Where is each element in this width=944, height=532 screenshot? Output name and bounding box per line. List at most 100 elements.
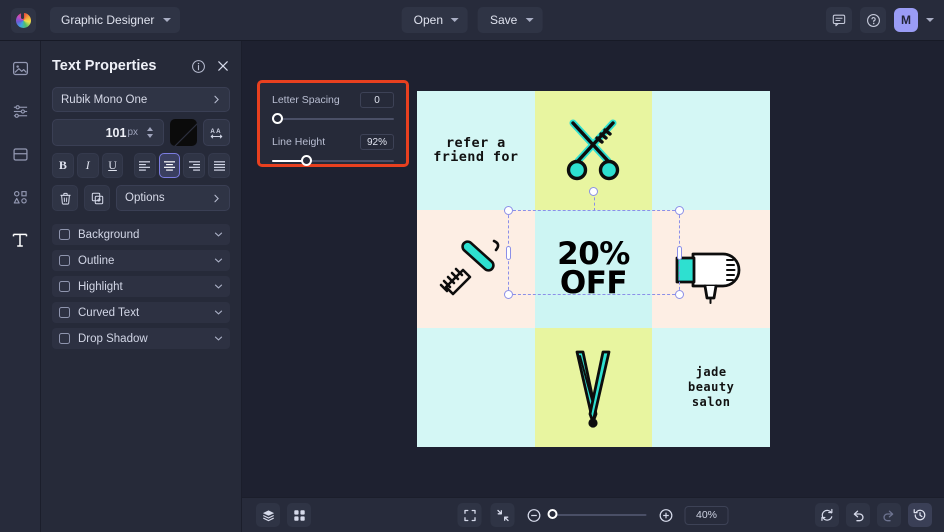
help-button[interactable]: [860, 7, 886, 33]
shapes-icon: [13, 190, 27, 204]
line-height-knob[interactable]: [301, 155, 313, 166]
sidebar-item-images[interactable]: [7, 55, 33, 81]
artboard-cell[interactable]: [652, 91, 770, 210]
comb-razor-icon[interactable]: [437, 235, 515, 303]
line-height-value[interactable]: 92%: [360, 134, 394, 150]
promo-headline-text[interactable]: refer a friend for: [433, 136, 518, 165]
underline-button[interactable]: U: [101, 153, 124, 178]
artboard[interactable]: refer a friend for 20% OFF jade beauty s…: [417, 91, 770, 447]
slider-track: [272, 118, 394, 120]
chevron-down-icon: [214, 258, 223, 263]
open-label: Open: [413, 13, 443, 27]
italic-button[interactable]: I: [76, 153, 99, 178]
zoom-out-icon: [527, 508, 540, 522]
align-right-button[interactable]: [183, 153, 206, 178]
avatar[interactable]: M: [894, 8, 918, 32]
align-justify-button[interactable]: [208, 153, 230, 178]
redo-button[interactable]: [877, 503, 901, 527]
accordion-curved-text[interactable]: Curved Text: [52, 302, 230, 323]
panel-header-icons: [191, 59, 230, 74]
comment-icon: [832, 14, 846, 27]
top-bar: Graphic Designer Open Save M: [0, 0, 944, 41]
chevron-down-icon: [214, 232, 223, 237]
highlight-checkbox[interactable]: [59, 281, 70, 292]
accordion-background[interactable]: Background: [52, 224, 230, 245]
accordion-outline[interactable]: Outline: [52, 250, 230, 271]
zoom-slider-knob[interactable]: [547, 509, 558, 519]
sidebar-item-adjustments[interactable]: [7, 98, 33, 124]
zoom-in-icon: [659, 508, 672, 522]
fit-screen-button[interactable]: [457, 503, 482, 527]
close-icon[interactable]: [216, 59, 230, 73]
accordion-label: Outline: [78, 254, 115, 267]
info-icon[interactable]: [191, 59, 206, 74]
artboard-cell-selected[interactable]: 20% OFF: [534, 209, 653, 329]
trash-icon: [59, 192, 71, 205]
scissors-icon[interactable]: [556, 113, 630, 187]
zoom-in-button[interactable]: [656, 505, 676, 525]
accordion-label: Background: [78, 228, 140, 241]
artboard-cell[interactable]: [417, 209, 535, 329]
options-label: Options: [125, 192, 165, 204]
font-size-input[interactable]: 101 px: [52, 119, 164, 146]
chevron-down-icon[interactable]: [926, 18, 934, 22]
hair-dryer-icon[interactable]: [671, 232, 751, 306]
layers-icon: [262, 509, 274, 521]
zoom-level-value[interactable]: 40%: [684, 505, 729, 525]
comment-button[interactable]: [826, 7, 852, 33]
layers-button[interactable]: [256, 503, 280, 527]
grid-button[interactable]: [287, 503, 311, 527]
collapse-button[interactable]: [490, 503, 515, 527]
align-left-button[interactable]: [133, 153, 156, 178]
sidebar-item-shapes[interactable]: [7, 184, 33, 210]
zoom-slider[interactable]: [547, 509, 647, 519]
history-icon: [913, 509, 926, 521]
undo-button[interactable]: [846, 503, 870, 527]
accordion-highlight[interactable]: Highlight: [52, 276, 230, 297]
page-title: Text Properties: [52, 58, 157, 74]
text-color-swatch[interactable]: [170, 119, 197, 146]
font-family-label: Rubik Mono One: [61, 93, 148, 106]
open-button[interactable]: Open: [401, 7, 468, 33]
save-button[interactable]: Save: [478, 7, 543, 33]
chevron-down-icon: [214, 310, 223, 315]
artboard-cell[interactable]: [534, 91, 653, 210]
sidebar-item-layout[interactable]: [7, 141, 33, 167]
align-center-button[interactable]: [158, 153, 181, 178]
artboard-cell[interactable]: [417, 328, 535, 447]
color-wheel-logo-icon: [16, 11, 31, 28]
sidebar-item-text[interactable]: [7, 227, 33, 253]
letter-spacing-slider[interactable]: [272, 113, 394, 125]
artboard-cell[interactable]: jade beauty salon: [652, 328, 770, 447]
line-height-slider[interactable]: [272, 155, 394, 167]
curved-text-checkbox[interactable]: [59, 307, 70, 318]
duplicate-button[interactable]: [84, 185, 110, 211]
zoom-out-button[interactable]: [524, 505, 544, 525]
reset-button[interactable]: [815, 503, 839, 527]
accordion-drop-shadow[interactable]: Drop Shadow: [52, 328, 230, 349]
delete-button[interactable]: [52, 185, 78, 211]
font-size-value: 101: [105, 125, 127, 140]
background-checkbox[interactable]: [59, 229, 70, 240]
text-size-button[interactable]: A A: [203, 119, 230, 146]
history-button[interactable]: [908, 503, 932, 527]
accordion-label: Curved Text: [78, 306, 140, 319]
letter-spacing-knob[interactable]: [272, 113, 283, 124]
center-actions: Open Save: [401, 7, 543, 33]
tool-rail: [0, 41, 41, 532]
app-logo[interactable]: [11, 7, 36, 33]
letter-spacing-value[interactable]: 0: [360, 92, 394, 108]
quantity-stepper[interactable]: [143, 127, 157, 138]
salon-name-text[interactable]: jade beauty salon: [688, 365, 734, 410]
flat-iron-icon[interactable]: [562, 344, 624, 432]
outline-checkbox[interactable]: [59, 255, 70, 266]
document-name-dropdown[interactable]: Graphic Designer: [50, 7, 181, 33]
artboard-cell[interactable]: [534, 328, 653, 447]
bold-button[interactable]: B: [52, 153, 74, 178]
font-family-select[interactable]: Rubik Mono One: [52, 87, 230, 112]
artboard-cell[interactable]: refer a friend for: [417, 91, 535, 210]
artboard-cell[interactable]: [652, 209, 770, 329]
drop-shadow-checkbox[interactable]: [59, 333, 70, 344]
options-button[interactable]: Options: [116, 185, 230, 211]
discount-text[interactable]: 20% OFF: [557, 239, 630, 299]
